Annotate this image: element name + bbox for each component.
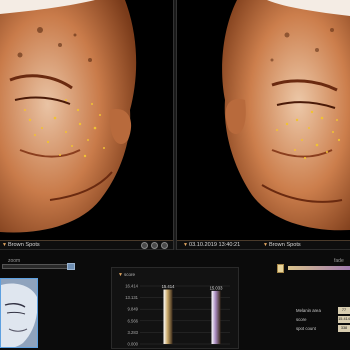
y-tick-label: 0.000 (128, 342, 139, 347)
y-tick-label: 3.283 (128, 330, 139, 335)
stat-value: 15.414 (338, 316, 350, 323)
y-tick-label: 6.566 (128, 318, 139, 323)
stat-row: score 15.414 (296, 316, 350, 324)
bar-data-label: 15.414 (162, 284, 175, 289)
right-image-pane[interactable] (177, 0, 350, 240)
left-face-image (0, 0, 173, 240)
fade-label: fade (334, 258, 344, 264)
score-chart-svg: 16.414 13.131 9.849 6.566 3.283 0.000 15.414 15… (125, 284, 230, 347)
score-chart: ▼score 16.414 13.131 9.849 6.566 3.283 0.000 1… (111, 267, 239, 349)
fade-icon[interactable] (277, 264, 284, 273)
right-face-image (177, 0, 350, 240)
chart-bar[interactable] (163, 289, 173, 344)
left-pane-bar: ▼Brown Spots (0, 240, 173, 250)
bottom-panel: zoom fade ▼score 16.414 13.131 9.849 6.566 3… (0, 251, 350, 350)
stat-value: 338 (338, 325, 350, 332)
bar-data-label: 15.033 (210, 285, 223, 290)
thumbnail-face (1, 279, 37, 347)
stat-row: spot count 338 (296, 325, 350, 333)
dropdown-icon: ▼ (183, 242, 188, 248)
left-pane-label[interactable]: ▼Brown Spots (2, 241, 40, 250)
camera-icon[interactable] (161, 242, 168, 249)
y-tick-label: 9.849 (128, 307, 139, 312)
stats-table: Melanin area 77 score 15.414 spot count … (296, 307, 350, 334)
stat-row: Melanin area 77 (296, 307, 350, 315)
right-pane-bar: ▼03.10.2019 13:40:21 ▼Brown Spots (177, 240, 350, 250)
fade-slider[interactable] (288, 266, 350, 270)
stat-key: spot count (296, 326, 316, 331)
dropdown-icon: ▼ (263, 242, 268, 248)
chart-bar[interactable] (211, 290, 221, 344)
stat-value: 77 (338, 307, 350, 314)
thumbnail-image[interactable] (0, 278, 38, 348)
right-pane-label[interactable]: ▼Brown Spots (263, 241, 301, 250)
right-pane-date[interactable]: ▼03.10.2019 13:40:21 (183, 241, 240, 250)
zoom-slider-thumb[interactable] (67, 263, 75, 270)
play-icon[interactable] (141, 242, 148, 249)
settings-icon[interactable] (151, 242, 158, 249)
left-image-pane[interactable] (0, 0, 173, 240)
dropdown-icon: ▼ (2, 242, 7, 248)
zoom-slider[interactable] (2, 264, 74, 269)
stat-key: Melanin area (296, 308, 321, 313)
y-tick-label: 13.131 (125, 295, 138, 300)
stat-key: score (296, 317, 307, 322)
y-tick-label: 16.414 (125, 284, 138, 289)
